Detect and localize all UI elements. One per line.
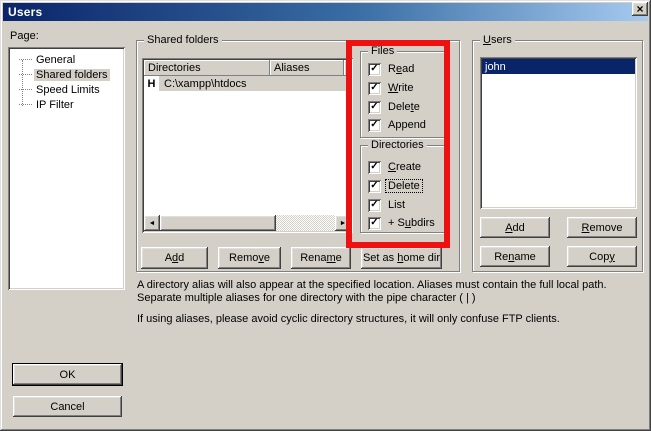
scroll-right-button[interactable]: ► (335, 215, 351, 231)
cancel-label: Cancel (50, 401, 84, 413)
dir-delete-checkbox-row[interactable]: ✓ Delete (368, 179, 422, 193)
append-checkbox-row[interactable]: ✓ Append (368, 118, 428, 132)
user-rename-button[interactable]: Rename (480, 246, 550, 267)
check-icon: ✓ (370, 162, 378, 172)
ok-button[interactable]: OK (13, 364, 122, 385)
file-delete-label[interactable]: Delete (386, 101, 422, 113)
tree-item-general[interactable]: General (12, 52, 77, 67)
home-dir-marker: H (144, 78, 159, 90)
user-add-label: Add (505, 222, 525, 234)
list-checkbox[interactable]: ✓ (368, 199, 381, 212)
tree-item-label: IP Filter (34, 99, 76, 111)
shared-rename-button[interactable]: Rename (291, 247, 351, 269)
scroll-right-icon: ► (340, 220, 347, 227)
directory-path: C:\xampp\htdocs (159, 76, 351, 91)
tree-item-speed-limits[interactable]: Speed Limits (12, 82, 102, 97)
directory-row[interactable]: H C:\xampp\htdocs (144, 76, 351, 91)
user-name: john (485, 61, 506, 73)
append-label[interactable]: Append (386, 119, 428, 131)
user-copy-label: Copy (589, 251, 615, 263)
create-checkbox-row[interactable]: ✓ Create (368, 160, 423, 174)
list-label[interactable]: List (386, 199, 407, 211)
check-icon: ✓ (370, 218, 378, 228)
read-checkbox[interactable]: ✓ (368, 63, 381, 76)
users-list: john (480, 57, 637, 209)
close-button[interactable]: × (632, 2, 648, 16)
h-scrollbar[interactable]: ◄ ► (144, 215, 351, 231)
write-label[interactable]: Write (386, 82, 415, 94)
subdirs-checkbox-row[interactable]: ✓ + Subdirs (368, 216, 437, 230)
column-header-directories[interactable]: Directories (144, 60, 270, 76)
tree-branch-line (19, 104, 32, 105)
subdirs-checkbox[interactable]: ✓ (368, 217, 381, 230)
tree-item-label: Speed Limits (34, 84, 102, 96)
window-title: Users (8, 5, 42, 19)
list-checkbox-row[interactable]: ✓ List (368, 198, 407, 212)
shared-rename-label: Rename (300, 252, 342, 264)
check-icon: ✓ (370, 120, 378, 130)
ok-label: OK (60, 369, 76, 381)
tree-item-label: General (34, 54, 77, 66)
subdirs-label[interactable]: + Subdirs (386, 217, 437, 229)
set-as-home-dir-label: Set as home dir (363, 252, 440, 264)
user-row-john[interactable]: john (482, 59, 635, 74)
users-dialog: Users × Page: General Shared folders Spe… (0, 0, 651, 431)
file-delete-checkbox[interactable]: ✓ (368, 101, 381, 114)
check-icon: ✓ (370, 83, 378, 93)
check-icon: ✓ (370, 200, 378, 210)
directories-list-header: Directories Aliases (144, 60, 351, 76)
shared-add-button[interactable]: Add (141, 247, 208, 269)
scroll-left-button[interactable]: ◄ (144, 215, 160, 231)
column-header-filler (344, 60, 351, 76)
column-header-aliases[interactable]: Aliases (270, 60, 344, 76)
directories-list: Directories Aliases H C:\xampp\htdocs ◄ … (142, 58, 353, 233)
create-checkbox[interactable]: ✓ (368, 161, 381, 174)
tree-item-label-selected: Shared folders (34, 69, 110, 81)
tree-item-shared-folders[interactable]: Shared folders (12, 67, 110, 82)
users-group: Users john Add Remove Rename Copy (472, 40, 643, 272)
write-checkbox[interactable]: ✓ (368, 82, 381, 95)
tree-item-ip-filter[interactable]: IP Filter (12, 97, 76, 112)
read-label[interactable]: Read (386, 63, 416, 75)
user-copy-button[interactable]: Copy (567, 246, 637, 267)
page-tree: General Shared folders Speed Limits IP F… (8, 47, 125, 290)
shared-remove-button[interactable]: Remove (218, 247, 281, 269)
set-as-home-dir-button[interactable]: Set as home dir (361, 247, 442, 269)
append-checkbox[interactable]: ✓ (368, 119, 381, 132)
cancel-button[interactable]: Cancel (13, 396, 122, 417)
tree-branch-line (19, 74, 32, 75)
check-icon: ✓ (370, 181, 378, 191)
title-bar[interactable]: Users (3, 3, 648, 21)
read-checkbox-row[interactable]: ✓ Read (368, 62, 416, 76)
close-icon: × (636, 3, 643, 15)
users-group-label: Users (480, 34, 515, 46)
create-label[interactable]: Create (386, 161, 423, 173)
directories-group-label: Directories (368, 139, 427, 151)
tree-branch-line (19, 59, 32, 60)
files-group-label: Files (368, 45, 397, 57)
tree-branch-line (19, 89, 32, 90)
cyclic-note: If using aliases, please avoid cyclic di… (137, 313, 649, 326)
directories-permissions-group: Directories ✓ Create ✓ Delete ✓ List ✓ +… (360, 145, 445, 233)
check-icon: ✓ (370, 64, 378, 74)
files-permissions-group: Files ✓ Read ✓ Write ✓ Delete ✓ Append (360, 51, 445, 138)
user-remove-button[interactable]: Remove (567, 217, 637, 238)
shared-folders-group-label: Shared folders (144, 34, 222, 46)
scroll-track[interactable] (276, 215, 335, 231)
scroll-left-icon: ◄ (149, 220, 156, 227)
user-add-button[interactable]: Add (480, 217, 550, 238)
write-checkbox-row[interactable]: ✓ Write (368, 81, 415, 95)
check-icon: ✓ (370, 102, 378, 112)
user-rename-label: Rename (494, 251, 536, 263)
shared-remove-label: Remove (229, 252, 270, 264)
dir-delete-checkbox[interactable]: ✓ (368, 180, 381, 193)
dir-delete-label[interactable]: Delete (386, 180, 422, 192)
scroll-thumb[interactable] (160, 215, 276, 231)
file-delete-checkbox-row[interactable]: ✓ Delete (368, 100, 422, 114)
page-label: Page: (10, 30, 39, 42)
shared-add-label: Add (165, 252, 185, 264)
user-remove-label: Remove (582, 222, 623, 234)
alias-note: A directory alias will also appear at th… (137, 279, 649, 305)
